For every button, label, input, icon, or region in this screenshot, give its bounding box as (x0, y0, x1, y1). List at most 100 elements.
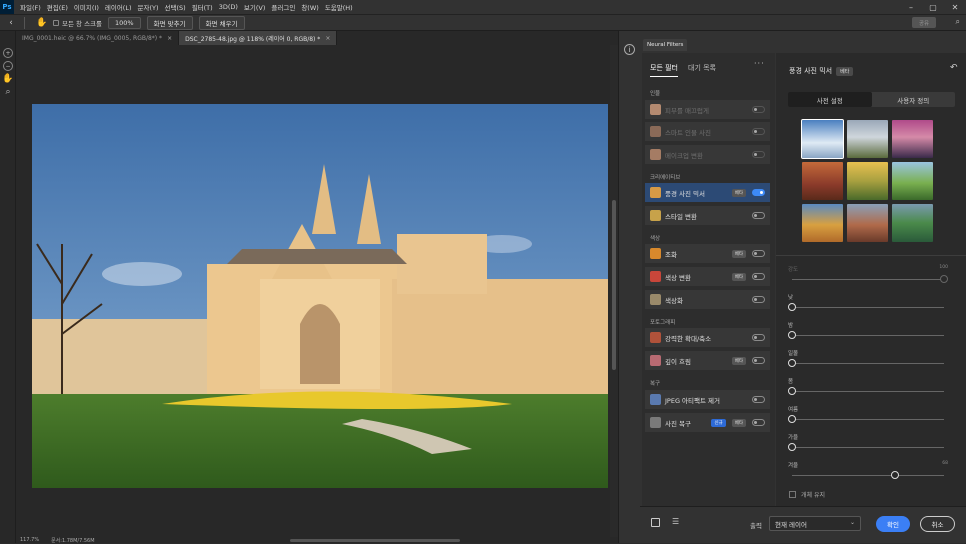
close-tab-icon[interactable]: × (325, 35, 330, 42)
filter-toggle[interactable] (752, 419, 765, 426)
filter-skin-smoothing[interactable]: 피부를 매끄럽게 (645, 100, 770, 119)
slider-spring[interactable]: 봄 (788, 377, 948, 395)
fit-screen-button[interactable]: 화면 맞추기 (146, 15, 193, 30)
filter-smart-portrait[interactable]: 스마트 인물 사진 (645, 122, 770, 141)
keep-subject-checkbox[interactable]: 개체 유지 (789, 490, 825, 499)
slider-night[interactable]: 밤 (788, 321, 948, 339)
menu-file[interactable]: 파일(F) (17, 2, 44, 12)
slider-handle[interactable] (788, 387, 796, 395)
menu-select[interactable]: 선택(S) (162, 2, 189, 12)
filter-jpeg-artifacts[interactable]: JPEG 아티팩트 제거 (645, 390, 770, 409)
preview-toggle-icon[interactable] (651, 518, 660, 527)
zoom-in-icon[interactable]: + (3, 48, 13, 58)
filter-style-transfer[interactable]: 스타일 변환 (645, 206, 770, 225)
preset-thumbnail[interactable] (802, 204, 843, 242)
hand-tool-icon[interactable]: ✋ (35, 16, 49, 30)
menu-image[interactable]: 이미지(I) (71, 2, 102, 12)
filter-toggle[interactable] (752, 334, 765, 341)
filter-photo-restoration[interactable]: 사진 복구 신규 베타 (645, 413, 770, 432)
preset-thumbnail[interactable] (892, 162, 933, 200)
zoom-tool-icon[interactable]: ⌕ (3, 87, 13, 97)
slider-handle[interactable] (891, 471, 899, 479)
preset-thumbnail[interactable] (801, 119, 844, 159)
panel-tab-neural-filters[interactable]: Neural Filters (643, 39, 688, 51)
filter-toggle[interactable] (752, 106, 765, 113)
cancel-button[interactable]: 취소 (920, 516, 955, 532)
tab-custom[interactable]: 사용자 정의 (872, 92, 956, 107)
slider-track[interactable] (792, 419, 944, 420)
slider-winter[interactable]: 겨울 68 (788, 461, 948, 479)
menu-plugins[interactable]: 플러그인 (268, 2, 298, 12)
filter-colorize[interactable]: 색상화 (645, 290, 770, 309)
vertical-scrollbar[interactable] (610, 45, 618, 537)
filter-makeup-transfer[interactable]: 메이크업 변환 (645, 145, 770, 164)
slider-handle[interactable] (940, 275, 948, 283)
hand-icon[interactable]: ✋ (2, 74, 13, 84)
search-icon[interactable]: ⌕ (956, 17, 960, 27)
slider-strength[interactable]: 강도 100 (788, 265, 948, 283)
preset-thumbnail[interactable] (847, 162, 888, 200)
tab-presets[interactable]: 사전 설정 (788, 92, 872, 107)
filter-toggle[interactable] (752, 189, 765, 196)
zoom-100-button[interactable]: 100% (108, 16, 141, 29)
filter-toggle[interactable] (752, 212, 765, 219)
filter-toggle[interactable] (752, 151, 765, 158)
preset-thumbnail[interactable] (802, 162, 843, 200)
zoom-out-icon[interactable]: − (3, 61, 13, 71)
slider-summer[interactable]: 여름 (788, 405, 948, 423)
horizontal-scrollbar[interactable] (290, 539, 460, 542)
filter-toggle[interactable] (752, 296, 765, 303)
menu-view[interactable]: 보기(V) (241, 2, 268, 12)
slider-handle[interactable] (788, 359, 796, 367)
tab-wait-list[interactable]: 대기 목록 (688, 63, 716, 77)
preset-thumbnail[interactable] (847, 120, 888, 158)
slider-handle[interactable] (788, 331, 796, 339)
maximize-icon[interactable]: ▢ (922, 0, 944, 14)
tab-all-filters[interactable]: 모든 필터 (650, 63, 678, 77)
slider-track[interactable] (792, 363, 944, 364)
filter-harmonization[interactable]: 조화 베타 (645, 244, 770, 263)
menu-filter[interactable]: 필터(T) (189, 2, 216, 12)
filter-toggle[interactable] (752, 250, 765, 257)
fill-screen-button[interactable]: 화면 채우기 (198, 15, 245, 30)
ok-button[interactable]: 확인 (876, 516, 910, 532)
scroll-all-windows-checkbox[interactable]: 모든 창 스크롤 (53, 18, 102, 28)
back-chevron-icon[interactable]: ‹ (4, 16, 18, 30)
filter-landscape-mixer[interactable]: 풍경 사진 믹서 베타 (645, 183, 770, 202)
filter-toggle[interactable] (752, 357, 765, 364)
filter-super-zoom[interactable]: 강력한 확대/축소 (645, 328, 770, 347)
info-icon[interactable]: i (624, 44, 635, 55)
minimize-icon[interactable]: – (900, 0, 922, 14)
more-options-icon[interactable]: ··· (754, 59, 765, 68)
slider-track[interactable] (792, 447, 944, 448)
reset-icon[interactable]: ↶ (950, 63, 958, 73)
output-select[interactable]: 현재 레이어 ⌄ (769, 516, 861, 531)
slider-track[interactable] (792, 279, 944, 280)
filter-toggle[interactable] (752, 273, 765, 280)
slider-track[interactable] (792, 307, 944, 308)
tab-document-1[interactable]: IMG_0001.heic @ 66.7% (IMG_0005, RGB/8*)… (16, 31, 180, 45)
menu-layer[interactable]: 레이어(L) (102, 2, 135, 12)
menu-window[interactable]: 창(W) (298, 2, 321, 12)
filter-toggle[interactable] (752, 396, 765, 403)
document-image[interactable] (32, 104, 608, 488)
slider-autumn[interactable]: 가을 (788, 433, 948, 451)
preset-thumbnail[interactable] (892, 204, 933, 242)
slider-handle[interactable] (788, 415, 796, 423)
preset-thumbnail[interactable] (892, 120, 933, 158)
preset-thumbnail[interactable] (847, 204, 888, 242)
scroll-thumb[interactable] (612, 200, 616, 370)
slider-handle[interactable] (788, 443, 796, 451)
filter-color-transfer[interactable]: 색상 변환 베타 (645, 267, 770, 286)
slider-sunset[interactable]: 일몰 (788, 349, 948, 367)
share-button[interactable]: 공유 (912, 17, 936, 28)
slider-track[interactable] (792, 391, 944, 392)
slider-day[interactable]: 낮 (788, 293, 948, 311)
close-tab-icon[interactable]: × (167, 35, 172, 42)
slider-track[interactable] (792, 335, 944, 336)
menu-type[interactable]: 문자(Y) (135, 2, 162, 12)
menu-help[interactable]: 도움말(H) (322, 2, 356, 12)
filter-depth-blur[interactable]: 깊이 흐림 베타 (645, 351, 770, 370)
layers-icon[interactable]: ☰ (672, 517, 679, 526)
slider-track[interactable] (792, 475, 944, 476)
